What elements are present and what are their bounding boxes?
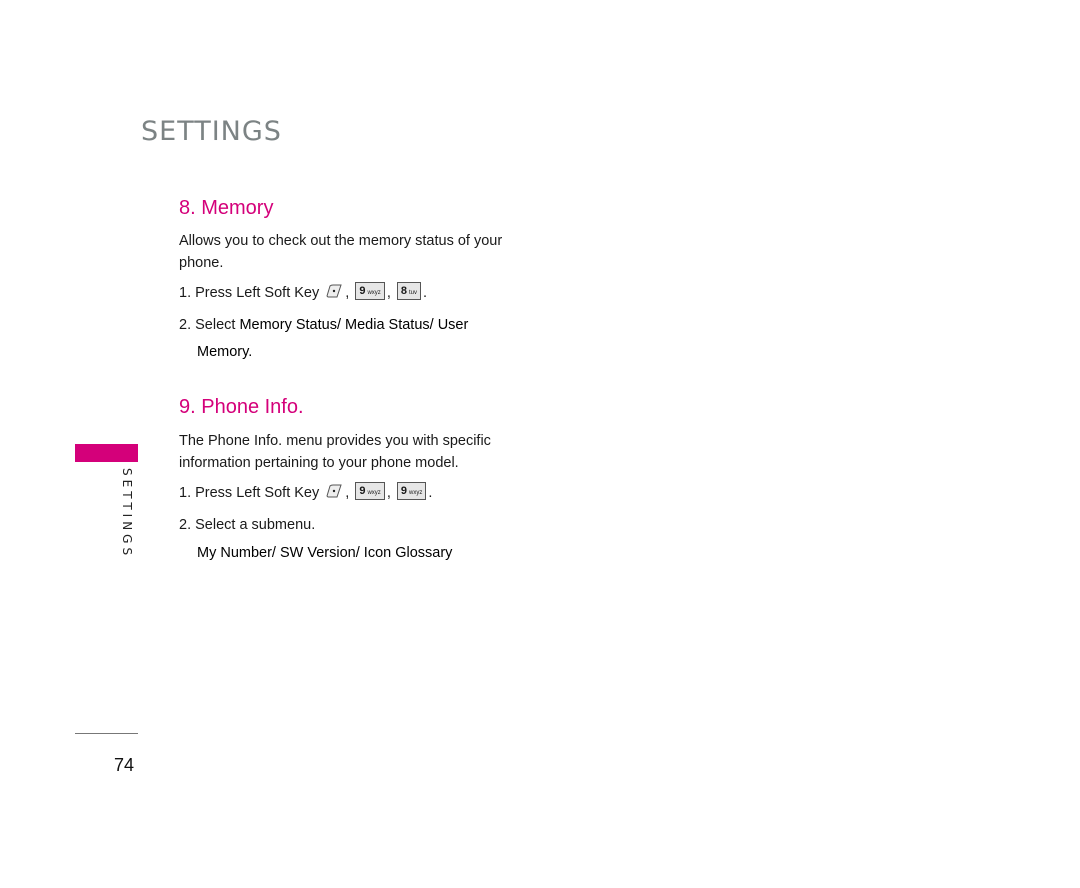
step-prefix: 2. Select <box>179 317 240 333</box>
side-section-label: SETTINGS <box>120 468 134 560</box>
memory-options: Memory Status/ Media Status/ User <box>239 317 469 333</box>
key-8-icon: 8 tuv <box>396 282 422 301</box>
comma: , <box>345 285 350 301</box>
page-title: SETTINGS <box>141 116 282 147</box>
key-digit: 9 <box>359 285 366 298</box>
left-soft-key-icon <box>326 484 342 498</box>
key-9-icon: 9 wxyz <box>355 482 385 501</box>
key-letters: wxyz <box>367 290 381 297</box>
period: . <box>423 285 428 301</box>
key-digit: 9 <box>359 485 366 498</box>
memory-options-cont: Memory. <box>197 344 253 360</box>
comma: , <box>386 285 391 301</box>
footer-rule <box>75 733 138 734</box>
memory-step-2: 2. Select Memory Status/ Media Status/ U… <box>179 312 468 338</box>
comma: , <box>386 485 391 501</box>
key-letters: wxyz <box>409 490 423 497</box>
phone-info-step-2: 2. Select a submenu. <box>179 517 316 533</box>
key-digit: 9 <box>400 485 407 498</box>
key-9-icon: 9 wxyz <box>355 282 385 301</box>
key-digit: 8 <box>400 285 407 298</box>
comma: , <box>345 485 350 501</box>
phone-info-submenu-options: My Number/ SW Version/ Icon Glossary <box>197 545 453 561</box>
page-number: 74 <box>114 755 135 775</box>
memory-step-1: 1. Press Left Soft Key , 9 wxyz, 8 tuv. <box>179 280 427 306</box>
phone-info-step-1: 1. Press Left Soft Key , 9 wxyz, 9 wxyz. <box>179 480 432 506</box>
key-9-icon: 9 wxyz <box>396 482 427 501</box>
step-text: 1. Press Left Soft Key <box>179 285 320 301</box>
left-soft-key-icon <box>326 284 342 298</box>
key-letters: tuv <box>409 290 418 297</box>
section-tab-marker <box>75 444 138 462</box>
section-heading-memory: 8. Memory <box>179 197 274 219</box>
key-letters: wxyz <box>367 490 381 497</box>
memory-description: Allows you to check out the memory statu… <box>179 233 503 271</box>
step-text: 1. Press Left Soft Key <box>179 485 320 501</box>
section-heading-phone-info: 9. Phone Info. <box>179 396 304 418</box>
period: . <box>428 485 433 501</box>
phone-info-description: The Phone Info. menu provides you with s… <box>179 433 491 471</box>
